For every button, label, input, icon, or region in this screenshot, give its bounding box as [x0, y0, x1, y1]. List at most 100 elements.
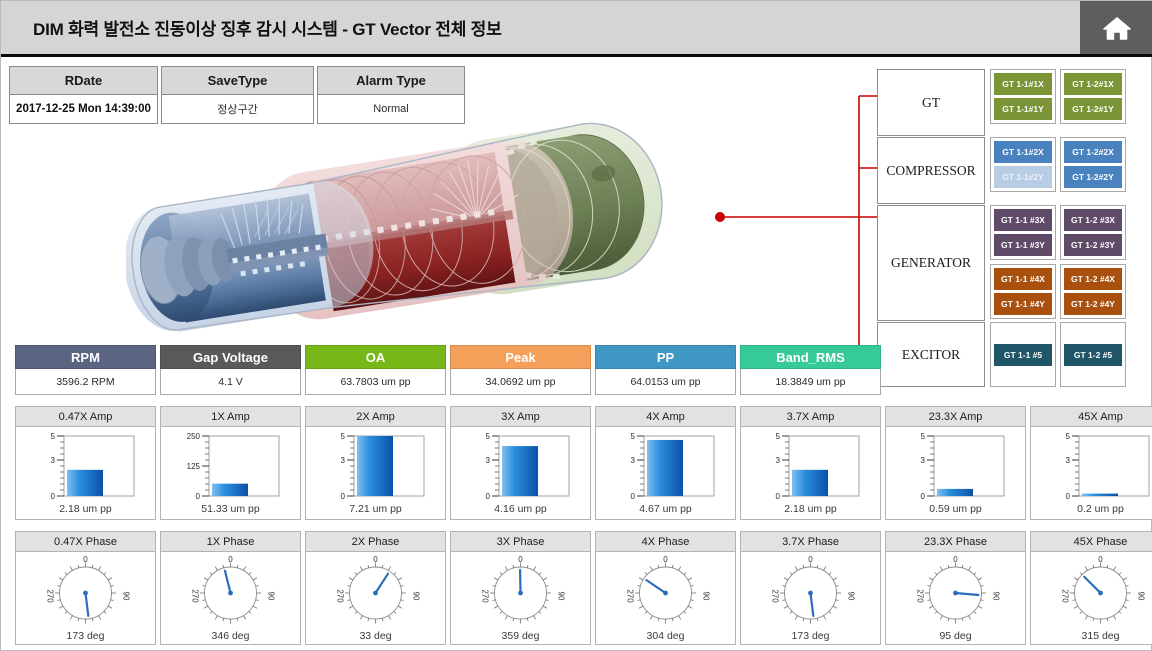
- metric-label-oa: OA: [305, 345, 446, 369]
- sensor-tag-gt-1-2-1x[interactable]: GT 1-2#1X: [1064, 73, 1122, 95]
- phase-panel-phase-2x[interactable]: 2X Phase09018027033 deg: [305, 531, 446, 645]
- sensor-column-compressor-1-1: GT 1-1#2X GT 1-1#2Y: [990, 137, 1056, 192]
- amp-panel-body: 0 3 5 4.67 um pp: [596, 427, 735, 519]
- amp-panel-amp-3x[interactable]: 3X Amp 0 3 5 4.16 um pp: [450, 406, 591, 520]
- sensor-group-excitor: GT 1-1 #5 GT 1-2 #5: [990, 322, 1126, 387]
- amp-panel-body: 0 3 5 7.21 um pp: [306, 427, 445, 519]
- phase-panel-phase-45x[interactable]: 45X Phase090180270315 deg: [1030, 531, 1152, 645]
- sensor-tag-gt-1-2-1y[interactable]: GT 1-2#1Y: [1064, 98, 1122, 120]
- sensor-tag-gt-1-2-2y[interactable]: GT 1-2#2Y: [1064, 166, 1122, 188]
- amplitude-chart-row: 0.47X Amp 0 3 5 2.18 um pp 1X Amp 0 125 250 51.33…: [15, 406, 1152, 520]
- amp-panel-amp-45x[interactable]: 45X Amp 0 3 5 0.2 um pp: [1030, 406, 1152, 520]
- dial-label-0: 0: [663, 555, 668, 564]
- phase-panel-phase-3x[interactable]: 3X Phase090180270359 deg: [450, 531, 591, 645]
- sensor-tag-gt-1-1-2x[interactable]: GT 1-1#2X: [994, 141, 1052, 163]
- dial-label-270: 270: [481, 589, 490, 603]
- metric-card-pp[interactable]: PP 64.0153 um pp: [595, 345, 736, 395]
- info-header-savetype: SaveType: [161, 66, 314, 95]
- amp-panel-body: 0 125 250 51.33 um pp: [161, 427, 300, 519]
- metric-label-gap-voltage: Gap Voltage: [160, 345, 301, 369]
- amp-panel-body: 0 3 5 2.18 um pp: [741, 427, 880, 519]
- phase-panel-title: 2X Phase: [306, 532, 445, 552]
- metric-card-rpm[interactable]: RPM 3596.2 RPM: [15, 345, 156, 395]
- sensor-group-generator-3: GT 1-1 #3X GT 1-1 #3Y GT 1-2 #3X GT 1-2 …: [990, 205, 1126, 260]
- y-axis-tick-label: 125: [187, 462, 201, 471]
- dial-label-270: 270: [916, 589, 925, 603]
- y-axis-tick-label: 0: [341, 492, 346, 501]
- phase-panel-body: 090180270346 deg: [161, 552, 300, 644]
- dial-label-0: 0: [953, 555, 958, 564]
- dial-label-270: 270: [46, 589, 55, 603]
- component-box-excitor[interactable]: EXCITOR: [877, 322, 985, 387]
- amp-value-label: 7.21 um pp: [349, 503, 402, 515]
- dial-label-270: 270: [626, 589, 635, 603]
- component-box-gt[interactable]: GT: [877, 69, 985, 136]
- amp-panel-amp-0.47x[interactable]: 0.47X Amp 0 3 5 2.18 um pp: [15, 406, 156, 520]
- amp-panel-amp-1x[interactable]: 1X Amp 0 125 250 51.33 um pp: [160, 406, 301, 520]
- bar: [212, 483, 248, 496]
- phase-dial-phase-23.3x: 090180270: [916, 555, 1001, 624]
- sensor-tag-gt-1-1-2y[interactable]: GT 1-1#2Y: [994, 166, 1052, 188]
- metric-label-pp: PP: [595, 345, 736, 369]
- amp-panel-amp-23.3x[interactable]: 23.3X Amp 0 3 5 0.59 um pp: [885, 406, 1026, 520]
- amp-panel-amp-3.7x[interactable]: 3.7X Amp 0 3 5 2.18 um pp: [740, 406, 881, 520]
- y-axis-tick-label: 5: [921, 432, 926, 441]
- dial-hub: [953, 590, 958, 596]
- sensor-tag-gt-1-1-4y[interactable]: GT 1-1 #4Y: [994, 293, 1052, 315]
- phase-dial-phase-4x: 090180270: [626, 555, 711, 624]
- y-axis-tick-label: 5: [776, 432, 781, 441]
- sensor-tag-gt-1-2-3y[interactable]: GT 1-2 #3Y: [1064, 234, 1122, 256]
- sensor-tag-gt-1-2-2x[interactable]: GT 1-2#2X: [1064, 141, 1122, 163]
- dial-label-0: 0: [808, 555, 813, 564]
- sensor-tag-gt-1-1-4x[interactable]: GT 1-1 #4X: [994, 268, 1052, 290]
- dial-label-90: 90: [847, 592, 856, 601]
- metric-card-peak[interactable]: Peak 34.0692 um pp: [450, 345, 591, 395]
- component-box-generator[interactable]: GENERATOR: [877, 205, 985, 321]
- info-col-rdate: RDate 2017-12-25 Mon 14:39:00: [9, 66, 158, 124]
- amp-value-label: 4.16 um pp: [494, 503, 547, 515]
- sensor-tag-gt-1-1-1x[interactable]: GT 1-1#1X: [994, 73, 1052, 95]
- metric-label-band-rms: Band_RMS: [740, 345, 881, 369]
- component-tree: GT COMPRESSOR GENERATOR EXCITOR GT 1-1#1…: [877, 69, 1145, 387]
- phase-dial-phase-3x: 090180270: [481, 555, 566, 624]
- dial-label-0: 0: [518, 555, 523, 564]
- component-box-compressor[interactable]: COMPRESSOR: [877, 137, 985, 204]
- dial-label-0: 0: [373, 555, 378, 564]
- metric-card-band-rms[interactable]: Band_RMS 18.3849 um pp: [740, 345, 881, 395]
- dial-label-90: 90: [122, 592, 131, 601]
- phase-value-label: 304 deg: [646, 630, 685, 642]
- metric-card-oa[interactable]: OA 63.7803 um pp: [305, 345, 446, 395]
- sensor-column-generator3-1-1: GT 1-1 #3X GT 1-1 #3Y: [990, 205, 1056, 260]
- sensor-tag-gt-1-1-3y[interactable]: GT 1-1 #3Y: [994, 234, 1052, 256]
- y-axis-tick-label: 3: [486, 456, 491, 465]
- gt-vector-dashboard: DIM 화력 발전소 진동이상 징후 감시 시스템 - GT Vector 전체…: [0, 0, 1152, 651]
- bar-chart-amp-23.3x: 0 3 5: [921, 432, 1005, 501]
- sensor-tag-gt-1-2-4x[interactable]: GT 1-2 #4X: [1064, 268, 1122, 290]
- y-axis-tick-label: 3: [1066, 456, 1071, 465]
- sensor-tag-gt-1-1-5[interactable]: GT 1-1 #5: [994, 343, 1052, 366]
- sensor-tag-gt-1-1-3x[interactable]: GT 1-1 #3X: [994, 209, 1052, 231]
- phase-dial-phase-1x: 090180270: [191, 555, 276, 624]
- sensor-group-gt: GT 1-1#1X GT 1-1#1Y GT 1-2#1X GT 1-2#1Y: [990, 69, 1126, 124]
- amp-value-label: 0.2 um pp: [1077, 503, 1124, 515]
- bar-chart-amp-4x: 0 3 5: [631, 432, 715, 501]
- sensor-tag-gt-1-2-5[interactable]: GT 1-2 #5: [1064, 343, 1122, 366]
- bar-chart-amp-3x: 0 3 5: [486, 432, 570, 501]
- metric-card-gap-voltage[interactable]: Gap Voltage 4.1 V: [160, 345, 301, 395]
- sensor-tag-gt-1-2-4y[interactable]: GT 1-2 #4Y: [1064, 293, 1122, 315]
- phase-panel-body: 090180270173 deg: [16, 552, 155, 644]
- amp-panel-amp-2x[interactable]: 2X Amp 0 3 5 7.21 um pp: [305, 406, 446, 520]
- phase-panel-phase-4x[interactable]: 4X Phase090180270304 deg: [595, 531, 736, 645]
- sensor-tag-gt-1-2-3x[interactable]: GT 1-2 #3X: [1064, 209, 1122, 231]
- phase-panel-phase-1x[interactable]: 1X Phase090180270346 deg: [160, 531, 301, 645]
- phase-panel-phase-23.3x[interactable]: 23.3X Phase09018027095 deg: [885, 531, 1026, 645]
- sensor-tag-gt-1-1-1y[interactable]: GT 1-1#1Y: [994, 98, 1052, 120]
- y-axis-tick-label: 3: [776, 456, 781, 465]
- dial-label-270: 270: [1061, 589, 1070, 603]
- phase-value-label: 173 deg: [66, 630, 105, 642]
- phase-panel-phase-3.7x[interactable]: 3.7X Phase090180270173 deg: [740, 531, 881, 645]
- phase-panel-phase-0.47x[interactable]: 0.47X Phase090180270173 deg: [15, 531, 156, 645]
- home-button[interactable]: [1080, 1, 1152, 54]
- amp-panel-amp-4x[interactable]: 4X Amp 0 3 5 4.67 um pp: [595, 406, 736, 520]
- bar-chart-amp-45x: 0 3 5: [1066, 432, 1150, 501]
